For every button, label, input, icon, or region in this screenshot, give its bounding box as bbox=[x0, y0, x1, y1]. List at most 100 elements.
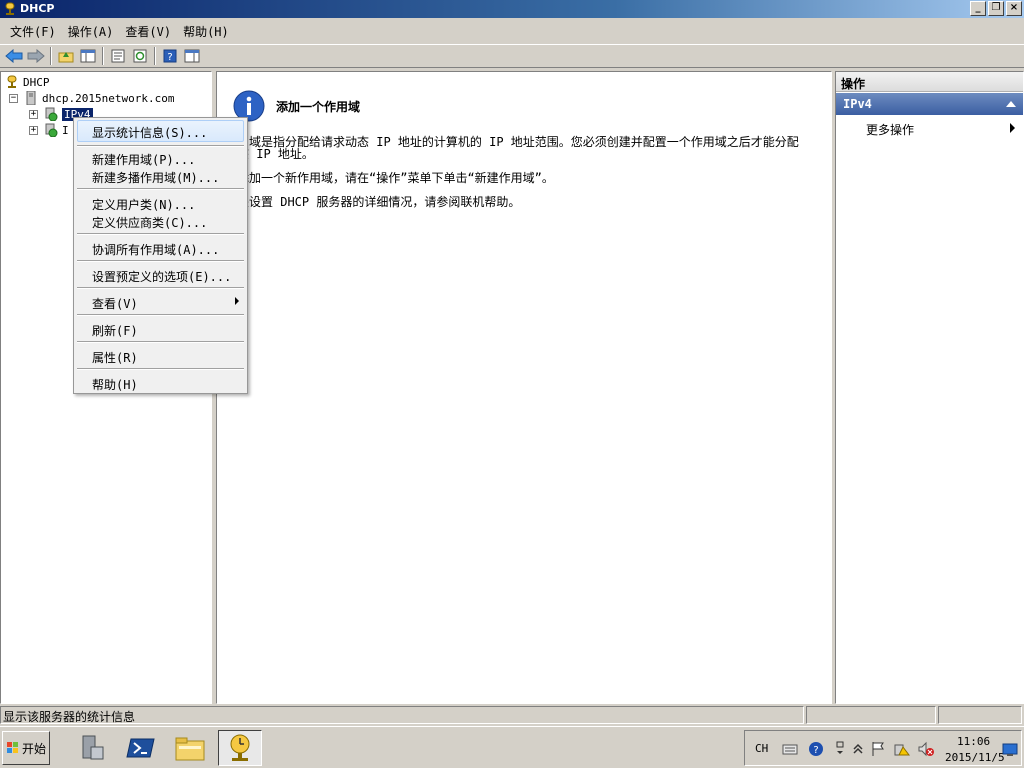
menu-separator bbox=[77, 341, 244, 343]
tree-node-dhcp[interactable]: DHCP bbox=[5, 74, 50, 90]
help-tray-icon[interactable]: ? bbox=[807, 740, 825, 758]
status-bar: 显示该服务器的统计信息 bbox=[0, 706, 1024, 724]
page-title: 添加一个作用域 bbox=[276, 100, 361, 114]
close-button[interactable]: × bbox=[1006, 1, 1022, 16]
start-label: 开始 bbox=[21, 741, 46, 756]
more-actions-item[interactable]: 更多操作 bbox=[866, 121, 914, 138]
menu-separator bbox=[77, 145, 244, 147]
menu-view[interactable]: 查看(V) bbox=[119, 21, 177, 42]
window-title: DHCP bbox=[20, 2, 55, 15]
ctx-set-predefined-options[interactable]: 设置预定义的选项(E)... bbox=[92, 268, 231, 285]
menu-separator bbox=[77, 314, 244, 316]
status-panel bbox=[938, 706, 1022, 724]
start-button[interactable]: 开始 bbox=[2, 731, 50, 765]
ctx-new-scope[interactable]: 新建作用域(P)... bbox=[92, 151, 195, 168]
ctx-reconcile-all-scopes[interactable]: 协调所有作用域(A)... bbox=[92, 241, 219, 258]
window-controls: _ ❐ × bbox=[970, 1, 1022, 16]
ctx-show-statistics[interactable]: 显示统计信息(S)... bbox=[92, 124, 207, 141]
powershell-icon bbox=[126, 738, 155, 758]
toolbar-separator bbox=[102, 47, 104, 65]
minimize-button[interactable]: _ bbox=[970, 1, 986, 16]
description-line: 用域是指分配给请求动态 IP 地址的计算机的 IP 地址范围。您必须创建并配置一… bbox=[237, 135, 799, 149]
submenu-arrow-icon bbox=[235, 297, 239, 305]
title-bar: DHCP _ ❐ × bbox=[0, 0, 1024, 18]
toolbar: ? bbox=[0, 44, 1024, 68]
actions-pane: 操作 IPv4 更多操作 bbox=[835, 71, 1024, 704]
back-button[interactable] bbox=[3, 46, 25, 66]
help-line: 关设置 DHCP 服务器的详细情况，请参阅联机帮助。 bbox=[237, 195, 521, 209]
refresh-button[interactable] bbox=[129, 46, 151, 66]
help-button[interactable]: ? bbox=[159, 46, 181, 66]
taskbar: 开始 CH ? 11:06 2015/11/5 bbox=[0, 726, 1024, 768]
options-tray-icon[interactable] bbox=[831, 740, 849, 758]
up-level-button[interactable] bbox=[55, 46, 77, 66]
console-tree-icon bbox=[80, 49, 96, 63]
ctx-help[interactable]: 帮助(H) bbox=[92, 376, 138, 393]
ctx-view[interactable]: 查看(V) bbox=[92, 295, 138, 312]
show-hidden-icons[interactable] bbox=[849, 740, 867, 758]
menu-separator bbox=[77, 260, 244, 262]
taskbar-explorer[interactable] bbox=[168, 730, 212, 766]
restore-button[interactable]: ❐ bbox=[988, 1, 1004, 16]
menu-separator bbox=[77, 233, 244, 235]
actions-header: 操作 bbox=[836, 72, 1023, 92]
windows-logo-icon bbox=[6, 742, 18, 753]
ctx-properties[interactable]: 属性(R) bbox=[92, 349, 138, 366]
taskbar-powershell[interactable] bbox=[119, 730, 163, 766]
server-manager-icon bbox=[82, 735, 104, 760]
ipv4-scope-icon bbox=[45, 107, 58, 121]
system-tray: CH ? 11:06 2015/11/5 bbox=[744, 730, 1022, 766]
folder-icon bbox=[175, 737, 205, 761]
svg-text:?: ? bbox=[813, 745, 818, 756]
toolbar-separator bbox=[50, 47, 52, 65]
action-pane-icon bbox=[184, 49, 200, 63]
dhcp-trophy-icon bbox=[7, 75, 17, 88]
taskbar-dhcp[interactable] bbox=[218, 730, 262, 766]
ctx-new-multicast-scope[interactable]: 新建多播作用域(M)... bbox=[92, 169, 219, 186]
expand-toggle[interactable]: + bbox=[29, 125, 38, 135]
ctx-refresh[interactable]: 刷新(F) bbox=[92, 322, 138, 339]
expand-toggle[interactable]: + bbox=[29, 109, 38, 119]
collapse-toggle[interactable]: − bbox=[9, 93, 18, 103]
help-icon: ? bbox=[163, 49, 177, 63]
taskbar-server-manager[interactable] bbox=[70, 730, 114, 766]
menu-file[interactable]: 文件(F) bbox=[4, 21, 62, 42]
submenu-arrow-icon bbox=[1010, 123, 1015, 133]
clock-time[interactable]: 11:06 bbox=[957, 735, 990, 748]
ctx-define-user-classes[interactable]: 定义用户类(N)... bbox=[92, 196, 195, 213]
ipv6-scope-icon bbox=[45, 123, 58, 137]
menu-action[interactable]: 操作(A) bbox=[62, 21, 120, 42]
network-warning-icon[interactable] bbox=[893, 740, 911, 758]
tree-node-server[interactable]: − dhcp.2015network.com bbox=[9, 90, 174, 106]
keyboard-icon[interactable] bbox=[781, 740, 799, 758]
show-hide-action-pane-button[interactable] bbox=[181, 46, 203, 66]
menu-separator bbox=[77, 287, 244, 289]
ctx-define-vendor-classes[interactable]: 定义供应商类(C)... bbox=[92, 214, 207, 231]
dhcp-app-icon bbox=[5, 2, 15, 15]
show-desktop-icon[interactable] bbox=[1001, 741, 1019, 759]
language-indicator[interactable]: CH bbox=[755, 742, 768, 755]
tree-node-ipv6[interactable]: + I bbox=[29, 122, 69, 138]
tree-label-server: dhcp.2015network.com bbox=[42, 91, 175, 105]
action-center-flag-icon[interactable] bbox=[869, 740, 887, 758]
clock-date[interactable]: 2015/11/5 bbox=[945, 751, 1005, 764]
tree-label-ipv6: I bbox=[62, 123, 69, 137]
result-pane: 添加一个作用域 用域是指分配给请求动态 IP 地址的计算机的 IP 地址范围。您… bbox=[216, 71, 832, 704]
instruction-line: 添加一个新作用域，请在“操作”菜单下单击“新建作用域”。 bbox=[237, 171, 554, 185]
actions-section-ipv4[interactable]: IPv4 bbox=[836, 93, 1023, 115]
menu-help[interactable]: 帮助(H) bbox=[177, 21, 235, 42]
context-menu: 显示统计信息(S)... 新建作用域(P)... 新建多播作用域(M)... 定… bbox=[73, 117, 248, 394]
forward-arrow-icon bbox=[27, 49, 45, 63]
description-line: 态 IP 地址。 bbox=[237, 147, 314, 161]
volume-muted-icon[interactable] bbox=[917, 740, 935, 758]
show-hide-tree-button[interactable] bbox=[77, 46, 99, 66]
menu-separator bbox=[77, 188, 244, 190]
dhcp-clock-icon bbox=[230, 734, 250, 761]
forward-button[interactable] bbox=[25, 46, 47, 66]
toolbar-separator bbox=[154, 47, 156, 65]
svg-text:?: ? bbox=[167, 52, 172, 63]
properties-button[interactable] bbox=[107, 46, 129, 66]
properties-icon bbox=[111, 49, 125, 63]
menu-bar: 文件(F) 操作(A) 查看(V) 帮助(H) bbox=[0, 20, 1024, 42]
status-text: 显示该服务器的统计信息 bbox=[0, 706, 804, 724]
